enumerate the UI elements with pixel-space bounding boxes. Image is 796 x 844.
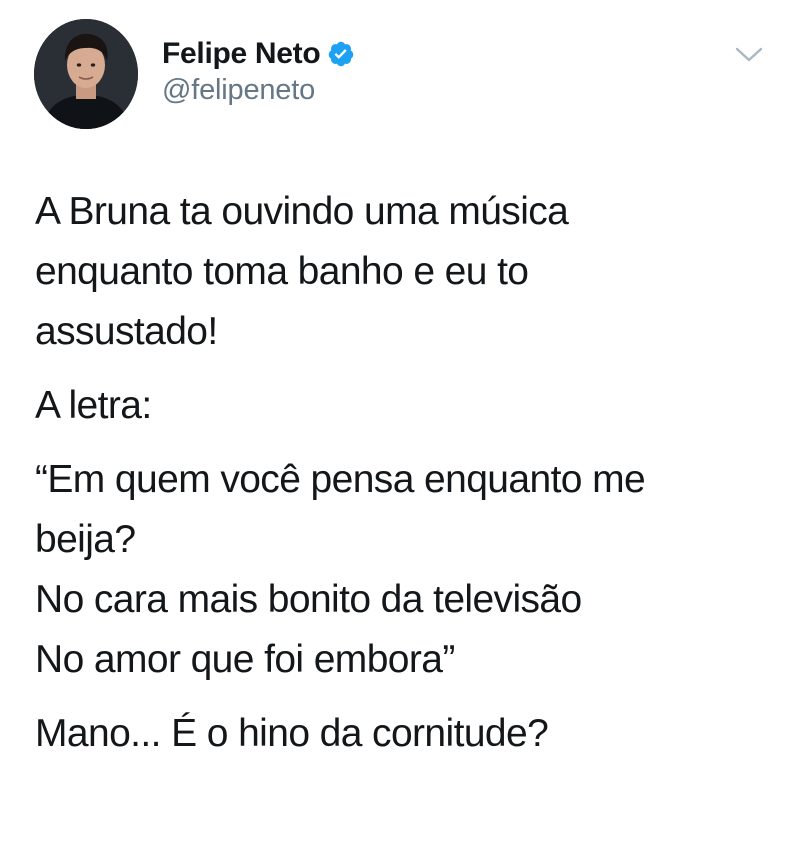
tweet-paragraph: Mano... É o hino da cornitude? [35,704,775,764]
tweet-line: Mano... É o hino da cornitude? [35,712,549,755]
author-handle[interactable]: @felipeneto [162,74,315,107]
tweet-line: No cara mais bonito da televisão [35,578,582,621]
tweet-paragraph: A Bruna ta ouvindo uma música enquanto t… [35,182,775,362]
tweet-paragraph: A letra: [35,376,775,436]
profile-photo-icon [34,19,138,129]
tweet-line: enquanto toma banho e eu to [35,250,529,293]
verified-badge-icon [327,40,355,68]
chevron-down-icon [735,47,763,62]
tweet-line: No amor que foi embora” [35,638,455,681]
tweet-line: assustado! [35,310,218,353]
tweet-text: A Bruna ta ouvindo uma música enquanto t… [35,182,775,764]
avatar[interactable] [34,19,138,129]
tweet-line: “Em quem você pensa enquanto me [35,458,646,501]
tweet-line: beija? [35,518,136,561]
tweet-menu-button[interactable] [732,42,766,68]
tweet-line: A letra: [35,384,152,427]
author-name-row: Felipe Neto [162,36,355,72]
tweet-paragraph: “Em quem você pensa enquanto me beija? N… [35,450,775,690]
tweet-card: Felipe Neto @felipeneto A Bruna ta ouvin… [0,0,796,844]
tweet-line: A Bruna ta ouvindo uma música [35,190,569,233]
author-display-name[interactable]: Felipe Neto [162,37,321,71]
